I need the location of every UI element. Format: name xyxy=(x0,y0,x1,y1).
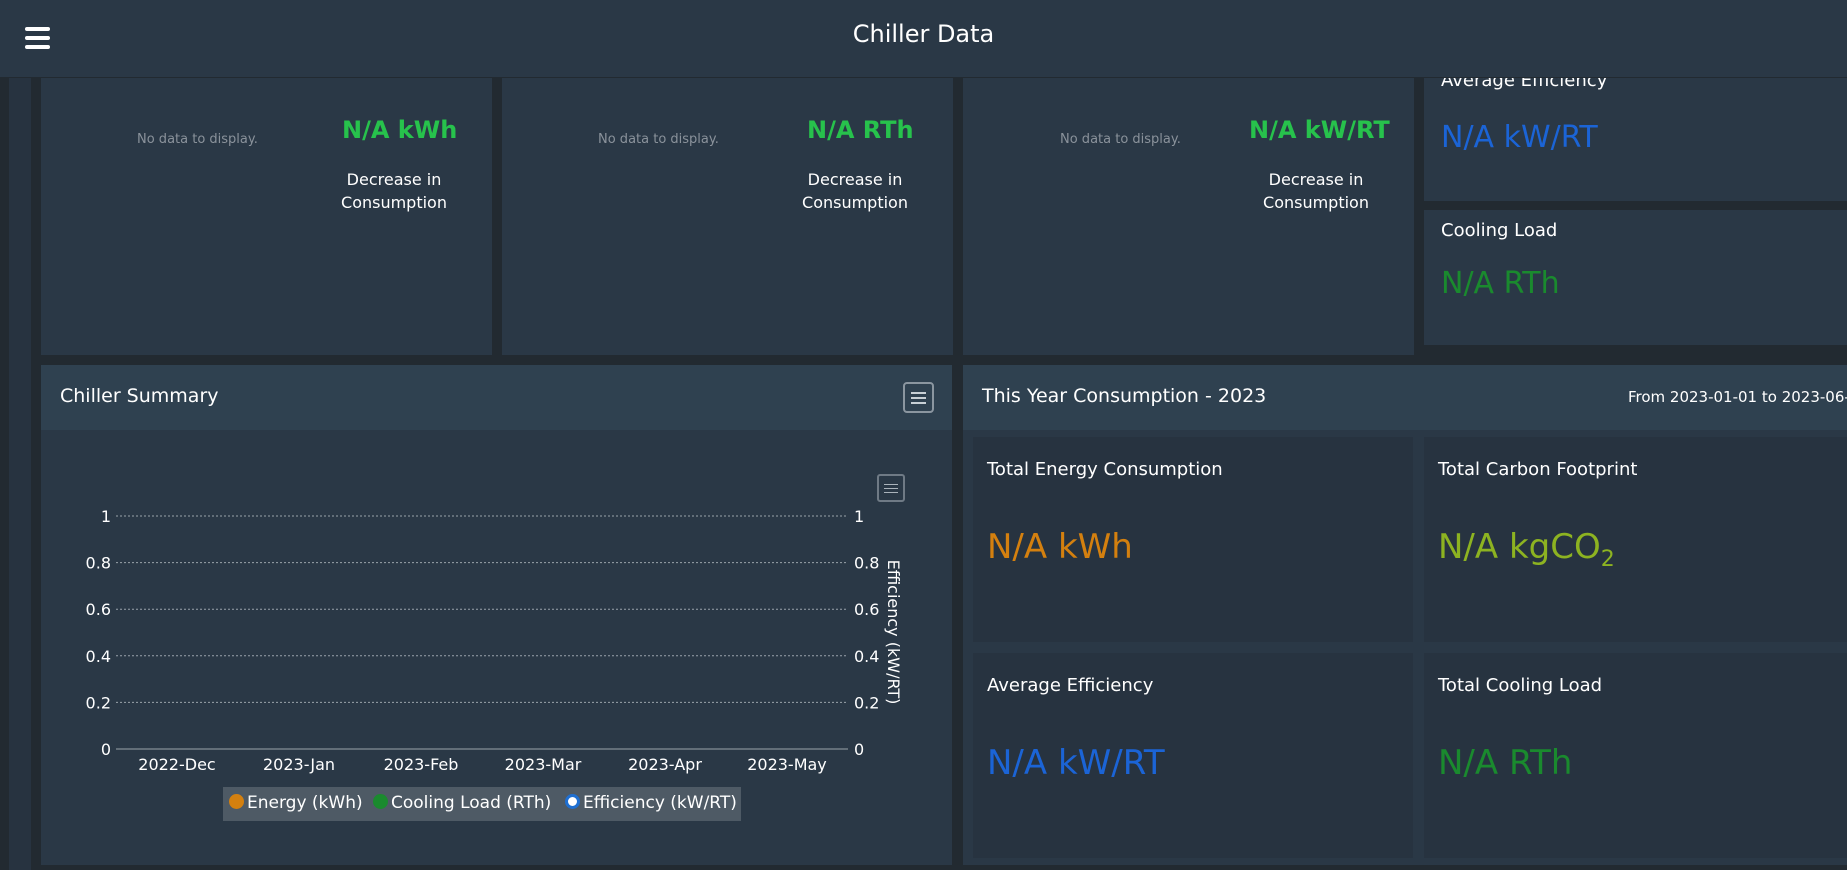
y2-tick-label: 0.8 xyxy=(854,554,879,573)
total-energy-label: Total Energy Consumption xyxy=(987,459,1223,480)
y2-tick-label: 0.6 xyxy=(854,600,879,619)
efficiency-dot-icon xyxy=(565,794,580,809)
legend-label: Energy (kWh) xyxy=(247,793,363,813)
total-cooling-load-label: Total Cooling Load xyxy=(1438,675,1603,696)
y-tick-label: 0.8 xyxy=(86,554,111,573)
chart-grid xyxy=(116,515,848,750)
y-tick-label: 0.4 xyxy=(86,647,111,666)
total-energy-card: Total Energy Consumption N/A kWh xyxy=(973,437,1413,642)
carbon-value-main: N/A kgCO xyxy=(1438,527,1601,567)
date-range: From 2023-01-01 to 2023-06-06 xyxy=(1628,388,1847,406)
this-year-title: This Year Consumption - 2023 xyxy=(982,385,1267,407)
energy-dot-icon xyxy=(229,794,244,809)
carbon-footprint-card: Total Carbon Footprint N/A kgCO2 xyxy=(1424,437,1847,642)
x-tick-label: 2023-Apr xyxy=(628,755,702,774)
x-tick-label: 2023-Mar xyxy=(505,755,582,774)
y2-tick-label: 1 xyxy=(854,507,864,526)
carbon-footprint-label: Total Carbon Footprint xyxy=(1438,459,1638,480)
cooling-dot-icon xyxy=(373,794,388,809)
y2-tick-label: 0 xyxy=(854,740,864,759)
y2-axis-ticks: 1 0.8 0.6 0.4 0.2 0 xyxy=(854,507,879,759)
y-tick-label: 0.6 xyxy=(86,600,111,619)
carbon-value-subscript: 2 xyxy=(1600,546,1615,572)
y-tick-label: 0.2 xyxy=(86,693,111,712)
chart-menu-icon[interactable] xyxy=(877,474,905,502)
x-axis-ticks: 2022-Dec 2023-Jan 2023-Feb 2023-Mar 2023-Apr… xyxy=(138,755,827,774)
legend-item-cooling-load[interactable]: Cooling Load (RTh) xyxy=(373,793,551,813)
x-tick-label: 2023-Jan xyxy=(263,755,335,774)
x-tick-label: 2023-May xyxy=(747,755,827,774)
legend-item-efficiency[interactable]: Efficiency (kW/RT) xyxy=(565,793,737,813)
total-cooling-load-card: Total Cooling Load N/A RTh xyxy=(1424,653,1847,858)
average-efficiency-year-value: N/A kW/RT xyxy=(987,743,1165,783)
y-axis-ticks: 1 0.8 0.6 0.4 0.2 0 xyxy=(86,507,111,759)
carbon-footprint-value: N/A kgCO2 xyxy=(1438,527,1615,572)
y2-tick-label: 0.4 xyxy=(854,647,879,666)
y-tick-label: 0 xyxy=(101,740,111,759)
x-tick-label: 2023-Feb xyxy=(384,755,459,774)
x-tick-label: 2022-Dec xyxy=(138,755,215,774)
legend-label: Efficiency (kW/RT) xyxy=(583,793,737,813)
y-tick-label: 1 xyxy=(101,507,111,526)
average-efficiency-year-label: Average Efficiency xyxy=(987,675,1154,696)
legend-item-energy[interactable]: Energy (kWh) xyxy=(229,793,363,813)
legend-label: Cooling Load (RTh) xyxy=(391,793,552,813)
total-energy-value: N/A kWh xyxy=(987,527,1133,567)
total-cooling-load-value: N/A RTh xyxy=(1438,743,1573,783)
average-efficiency-year-card: Average Efficiency N/A kW/RT xyxy=(973,653,1413,858)
y2-tick-label: 0.2 xyxy=(854,693,879,712)
chart-legend: Energy (kWh) Cooling Load (RTh) Efficien… xyxy=(223,787,741,821)
y2-axis-label: Efficiency (kW/RT) xyxy=(884,560,903,705)
